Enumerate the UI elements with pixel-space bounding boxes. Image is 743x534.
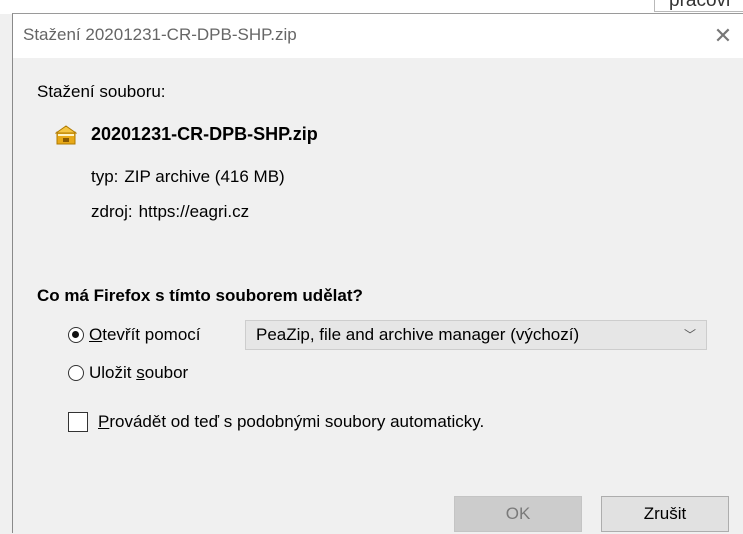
file-source-value: https://eagri.cz: [138, 202, 250, 221]
radio-open-with-button[interactable]: [68, 327, 84, 343]
background-window: [0, 0, 743, 14]
download-heading: Stažení souboru:: [37, 82, 166, 101]
zip-archive-icon: [55, 124, 77, 144]
file-type-value: ZIP archive (416 MB): [124, 167, 285, 186]
dialog-titlebar: Stažení 20201231-CR-DPB-SHP.zip ✕: [13, 14, 743, 58]
radio-save-file-label[interactable]: Uložit soubor: [89, 363, 188, 383]
chevron-down-icon: ﹀: [683, 328, 696, 342]
dialog-title: Stažení 20201231-CR-DPB-SHP.zip: [23, 25, 297, 44]
file-type-label: typ:: [91, 167, 119, 186]
auto-action-label[interactable]: Provádět od teď s podobnými soubory auto…: [98, 412, 484, 432]
radio-save-file-button[interactable]: [68, 365, 84, 381]
radio-open-with-label[interactable]: Otevřít pomocí: [89, 325, 201, 345]
background-partial-text: pracovi: [654, 0, 743, 12]
app-select[interactable]: PeaZip, file and archive manager (výchoz…: [245, 320, 707, 350]
radio-open-with[interactable]: Otevřít pomocí: [68, 325, 201, 345]
action-question: Co má Firefox s tímto souborem udělat?: [37, 286, 363, 305]
file-type-row: typ: ZIP archive (416 MB): [91, 167, 285, 187]
close-icon[interactable]: ✕: [703, 14, 743, 58]
file-source-row: zdroj: https://eagri.cz: [91, 202, 249, 222]
auto-action-checkbox[interactable]: [68, 412, 88, 432]
file-source-label: zdroj:: [91, 202, 133, 221]
cancel-button[interactable]: Zrušit: [601, 496, 729, 532]
app-select-value: PeaZip, file and archive manager (výchoz…: [256, 325, 580, 344]
dialog-content: Stažení souboru: 20201231-CR-DPB-SHP.zip…: [13, 58, 743, 534]
file-name: 20201231-CR-DPB-SHP.zip: [91, 124, 318, 144]
auto-action-checkbox-row[interactable]: Provádět od teď s podobnými soubory auto…: [68, 412, 484, 432]
radio-save-file[interactable]: Uložit soubor: [68, 363, 188, 383]
file-row: 20201231-CR-DPB-SHP.zip: [55, 124, 318, 145]
download-dialog: Stažení 20201231-CR-DPB-SHP.zip ✕ Stažen…: [12, 13, 743, 533]
ok-button[interactable]: OK: [454, 496, 582, 532]
